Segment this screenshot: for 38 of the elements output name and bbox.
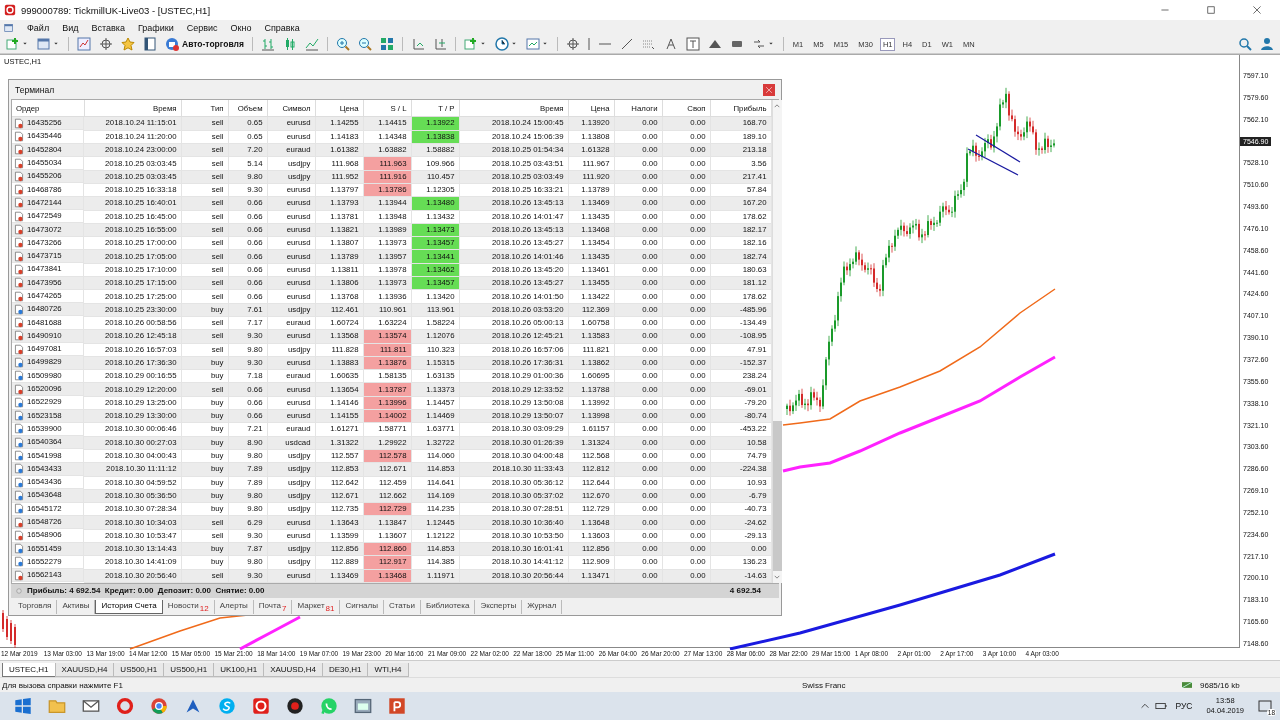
summary-text: Прибыль: 4 692.54 Кредит: 0.00 Депозит: 0.00 Снятие: 0.00 bbox=[27, 586, 265, 596]
chart-tab[interactable]: US500,H1 bbox=[163, 663, 215, 677]
menu-item[interactable]: Файл bbox=[27, 22, 50, 33]
status-hint: Для вызова справки нажмите F1 bbox=[2, 680, 124, 690]
total-profit: 4 692.54 bbox=[729, 586, 761, 596]
tab[interactable]: Торговля bbox=[13, 599, 58, 614]
chart-tab[interactable]: XAUUSD,H4 bbox=[263, 663, 323, 677]
tab[interactable]: Почта7 bbox=[253, 599, 293, 614]
tab[interactable]: Сигналы bbox=[340, 599, 384, 614]
menu-item[interactable]: Графики bbox=[137, 22, 174, 33]
chart-tab[interactable]: DE30,H1 bbox=[321, 663, 369, 677]
chart-tab[interactable]: USTEC,H1 bbox=[2, 663, 56, 677]
tab[interactable]: Журнал bbox=[522, 599, 563, 614]
tab[interactable]: Алерты bbox=[214, 599, 254, 614]
tab[interactable]: История Счета bbox=[95, 599, 163, 614]
count-label: 81 bbox=[325, 603, 335, 613]
chart-tab[interactable]: XAUUSD,H4 bbox=[54, 663, 115, 677]
tab[interactable]: Маркет81 bbox=[292, 599, 341, 614]
autotrade-button[interactable]: Авто-торговля bbox=[163, 36, 246, 52]
menu-item[interactable]: Сервис bbox=[186, 22, 218, 33]
symbol-name: Swiss Franc bbox=[802, 680, 847, 690]
tab[interactable]: Эксперты bbox=[475, 599, 523, 614]
menu-item[interactable]: Справка bbox=[264, 22, 300, 33]
menu-item[interactable]: Вставка bbox=[91, 22, 125, 33]
tab[interactable]: Новости12 bbox=[162, 599, 215, 614]
language-indicator[interactable]: РУС bbox=[1171, 701, 1197, 711]
count-label: 7 bbox=[282, 603, 287, 613]
chart-tab[interactable]: US500,H1 bbox=[113, 663, 165, 677]
window-title: 999000789: TickmillUK-Live03 - [USTEC,H1] bbox=[21, 4, 211, 16]
chart-tab[interactable]: WTI,H4 bbox=[367, 663, 409, 677]
menu-item[interactable]: Вид bbox=[62, 22, 79, 33]
menu-item[interactable]: Окно bbox=[230, 22, 252, 33]
chart-tab[interactable]: UK100,H1 bbox=[213, 663, 265, 677]
panel-title: Терминал bbox=[15, 84, 55, 95]
count-label: 12 bbox=[199, 603, 209, 613]
traffic-counter: 9685/16 kb bbox=[1200, 680, 1240, 690]
tab[interactable]: Статьи bbox=[383, 599, 421, 614]
tab[interactable]: Библиотека bbox=[420, 599, 476, 614]
